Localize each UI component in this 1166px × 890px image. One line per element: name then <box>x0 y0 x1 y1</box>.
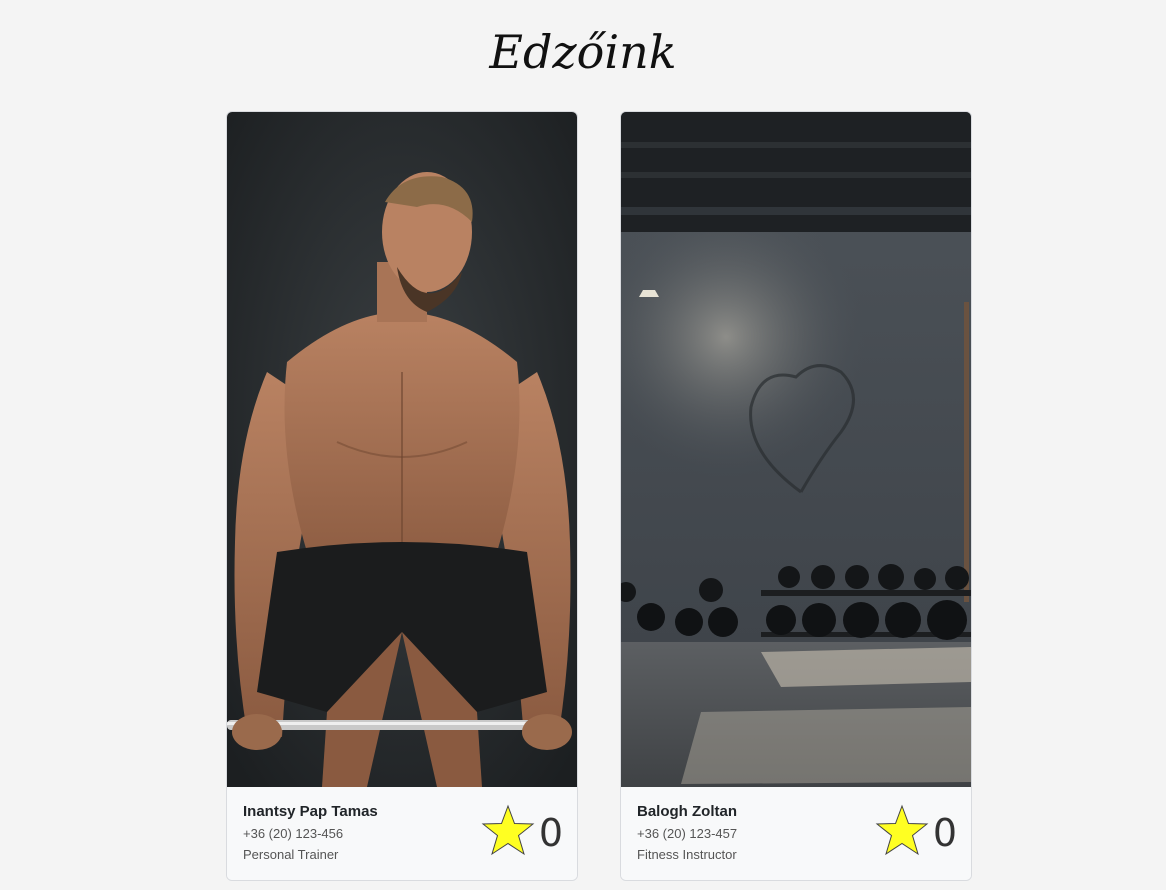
trainer-role: Personal Trainer <box>243 847 339 862</box>
trainer-role: Fitness Instructor <box>637 847 737 862</box>
star-icon[interactable] <box>481 804 535 863</box>
trainer-name: Inantsy Pap Tamas <box>243 803 378 820</box>
trainer-phone: +36 (20) 123-456 <box>243 826 344 841</box>
trainer-card[interactable]: Balogh Zoltan +36 (20) 123-457 Fitness I… <box>620 111 972 881</box>
trainer-photo <box>227 112 577 787</box>
card-footer: Inantsy Pap Tamas +36 (20) 123-456 Perso… <box>227 787 577 880</box>
trainer-photo <box>621 112 971 787</box>
trainer-phone: +36 (20) 123-457 <box>637 826 738 841</box>
star-icon[interactable] <box>875 804 929 863</box>
rating: 0 <box>875 803 957 863</box>
rating-count: 0 <box>932 811 957 855</box>
trainer-name: Balogh Zoltan <box>637 803 737 820</box>
rating-count: 0 <box>538 811 563 855</box>
rating: 0 <box>481 803 563 863</box>
page-title: Edzőink <box>489 25 677 79</box>
trainer-card[interactable]: Inantsy Pap Tamas +36 (20) 123-456 Perso… <box>226 111 578 881</box>
card-footer: Balogh Zoltan +36 (20) 123-457 Fitness I… <box>621 787 971 880</box>
